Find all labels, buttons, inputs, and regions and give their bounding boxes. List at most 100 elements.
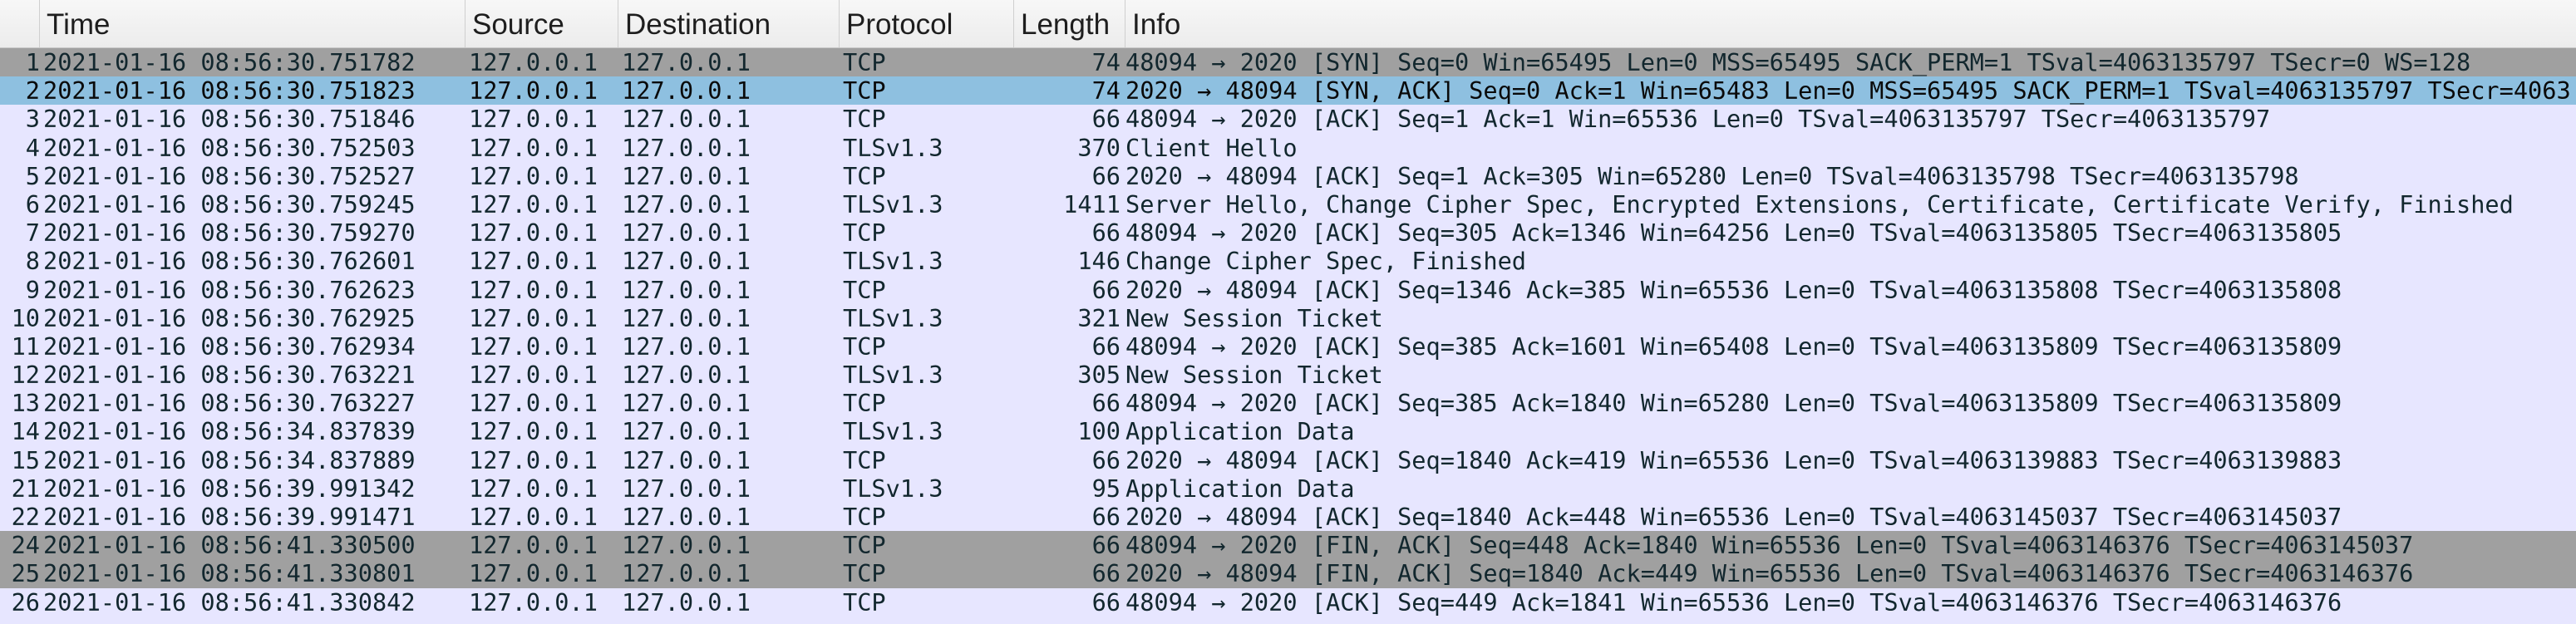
packet-row[interactable]: 24 2021-01-16 08:56:41.330500 127.0.0.1 127… (0, 531, 2576, 560)
packet-number: 25 (11, 559, 40, 588)
packet-length: 305 (1077, 361, 1121, 390)
packet-source: 127.0.0.1 (469, 503, 598, 531)
packet-info: 48094 → 2020 [FIN, ACK] Seq=448 Ack=1840… (1125, 531, 2414, 560)
packet-protocol: TCP (843, 587, 886, 617)
packet-info: Application Data (1125, 474, 1355, 503)
packet-source: 127.0.0.1 (469, 161, 598, 190)
packet-row[interactable]: 9 2021-01-16 08:56:30.762623 127.0.0.1 127.… (0, 275, 2576, 304)
packet-destination: 127.0.0.1 (622, 48, 751, 76)
packet-protocol: TLSv1.3 (843, 361, 943, 390)
packet-source: 127.0.0.1 (469, 474, 598, 503)
packet-number: 22 (11, 503, 40, 531)
packet-source: 127.0.0.1 (469, 332, 598, 361)
packet-row[interactable]: 13 2021-01-16 08:56:30.763227 127.0.0.1 127… (0, 389, 2576, 418)
packet-info: New Session Ticket (1125, 361, 1383, 390)
packet-protocol: TCP (843, 559, 886, 588)
packet-length: 95 (1091, 474, 1121, 503)
packet-protocol: TCP (843, 161, 886, 190)
packet-row[interactable]: 21 2021-01-16 08:56:39.991342 127.0.0.1 127… (0, 474, 2576, 503)
packet-source: 127.0.0.1 (469, 48, 598, 76)
packet-source: 127.0.0.1 (469, 361, 598, 390)
packet-time: 2021-01-16 08:56:30.762925 (43, 303, 416, 332)
packet-row[interactable]: 26 2021-01-16 08:56:41.330842 127.0.0.1 127… (0, 587, 2576, 617)
packet-protocol: TCP (843, 332, 886, 361)
packet-length: 321 (1077, 303, 1121, 332)
packet-destination: 127.0.0.1 (622, 161, 751, 190)
packet-destination: 127.0.0.1 (622, 361, 751, 390)
column-header-length[interactable]: Length (1014, 0, 1125, 47)
packet-time: 2021-01-16 08:56:41.330801 (43, 559, 416, 588)
packet-number: 5 (25, 161, 40, 190)
packet-info: 48094 → 2020 [ACK] Seq=385 Ack=1840 Win=… (1125, 389, 2342, 418)
packet-destination: 127.0.0.1 (622, 105, 751, 134)
packet-list: 1 2021-01-16 08:56:30.751782 127.0.0.1 127.… (0, 48, 2576, 617)
packet-row[interactable]: 8 2021-01-16 08:56:30.762601 127.0.0.1 127.… (0, 247, 2576, 276)
packet-destination: 127.0.0.1 (622, 445, 751, 474)
packet-length: 66 (1091, 503, 1121, 531)
packet-row[interactable]: 14 2021-01-16 08:56:34.837839 127.0.0.1 127… (0, 417, 2576, 446)
packet-time: 2021-01-16 08:56:30.762934 (43, 332, 416, 361)
packet-row[interactable]: 12 2021-01-16 08:56:30.763221 127.0.0.1 127… (0, 361, 2576, 390)
packet-row[interactable]: 10 2021-01-16 08:56:30.762925 127.0.0.1 127… (0, 303, 2576, 332)
packet-destination: 127.0.0.1 (622, 559, 751, 588)
packet-protocol: TLSv1.3 (843, 474, 943, 503)
packet-protocol: TCP (843, 503, 886, 531)
packet-info: 48094 → 2020 [SYN] Seq=0 Win=65495 Len=0… (1125, 48, 2471, 76)
packet-source: 127.0.0.1 (469, 189, 598, 219)
packet-time: 2021-01-16 08:56:30.751782 (43, 48, 416, 76)
packet-length: 100 (1077, 417, 1121, 446)
column-header-source[interactable]: Source (465, 0, 618, 47)
packet-protocol: TCP (843, 219, 886, 248)
packet-time: 2021-01-16 08:56:41.330842 (43, 587, 416, 617)
packet-length: 370 (1077, 133, 1121, 162)
packet-number: 2 (25, 76, 40, 106)
packet-info: 2020 → 48094 [ACK] Seq=1346 Ack=385 Win=… (1125, 275, 2342, 304)
packet-time: 2021-01-16 08:56:39.991471 (43, 503, 416, 531)
packet-number: 13 (11, 389, 40, 418)
packet-destination: 127.0.0.1 (622, 417, 751, 446)
column-header-destination[interactable]: Destination (618, 0, 840, 47)
packet-number: 11 (11, 332, 40, 361)
packet-destination: 127.0.0.1 (622, 332, 751, 361)
packet-info: New Session Ticket (1125, 303, 1383, 332)
packet-time: 2021-01-16 08:56:30.752503 (43, 133, 416, 162)
packet-info: Application Data (1125, 417, 1355, 446)
packet-number: 24 (11, 531, 40, 560)
packet-number: 21 (11, 474, 40, 503)
packet-time: 2021-01-16 08:56:30.759270 (43, 219, 416, 248)
packet-row[interactable]: 3 2021-01-16 08:56:30.751846 127.0.0.1 127.… (0, 105, 2576, 134)
packet-row[interactable]: 2 2021-01-16 08:56:30.751823 127.0.0.1 127.… (0, 76, 2576, 106)
packet-length: 146 (1077, 247, 1121, 276)
packet-info: 2020 → 48094 [FIN, ACK] Seq=1840 Ack=449… (1125, 559, 2414, 588)
packet-row[interactable]: 1 2021-01-16 08:56:30.751782 127.0.0.1 127.… (0, 48, 2576, 77)
packet-info: Server Hello, Change Cipher Spec, Encryp… (1125, 189, 2514, 219)
packet-row[interactable]: 11 2021-01-16 08:56:30.762934 127.0.0.1 127… (0, 332, 2576, 361)
packet-number: 4 (25, 133, 40, 162)
packet-time: 2021-01-16 08:56:30.751823 (43, 76, 416, 106)
packet-destination: 127.0.0.1 (622, 219, 751, 248)
packet-row[interactable]: 5 2021-01-16 08:56:30.752527 127.0.0.1 127.… (0, 161, 2576, 190)
packet-row[interactable]: 15 2021-01-16 08:56:34.837889 127.0.0.1 127… (0, 445, 2576, 474)
packet-number: 9 (25, 275, 40, 304)
column-header-no[interactable] (0, 0, 40, 47)
packet-info: 48094 → 2020 [ACK] Seq=1 Ack=1 Win=65536… (1125, 105, 2271, 134)
packet-row[interactable]: 6 2021-01-16 08:56:30.759245 127.0.0.1 127.… (0, 189, 2576, 219)
packet-row[interactable]: 22 2021-01-16 08:56:39.991471 127.0.0.1 127… (0, 503, 2576, 532)
packet-protocol: TCP (843, 445, 886, 474)
packet-number: 12 (11, 361, 40, 390)
packet-info: Change Cipher Spec, Finished (1125, 247, 1527, 276)
column-header-protocol[interactable]: Protocol (840, 0, 1014, 47)
packet-row[interactable]: 4 2021-01-16 08:56:30.752503 127.0.0.1 127.… (0, 133, 2576, 162)
packet-source: 127.0.0.1 (469, 219, 598, 248)
column-header-time[interactable]: Time (40, 0, 465, 47)
packet-source: 127.0.0.1 (469, 76, 598, 106)
packet-row[interactable]: 25 2021-01-16 08:56:41.330801 127.0.0.1 127… (0, 559, 2576, 588)
packet-protocol: TCP (843, 389, 886, 418)
packet-time: 2021-01-16 08:56:30.759245 (43, 189, 416, 219)
packet-time: 2021-01-16 08:56:30.762623 (43, 275, 416, 304)
packet-source: 127.0.0.1 (469, 531, 598, 560)
packet-source: 127.0.0.1 (469, 417, 598, 446)
column-header-info[interactable]: Info (1125, 0, 2576, 47)
packet-length: 74 (1091, 76, 1121, 106)
packet-row[interactable]: 7 2021-01-16 08:56:30.759270 127.0.0.1 127.… (0, 219, 2576, 248)
